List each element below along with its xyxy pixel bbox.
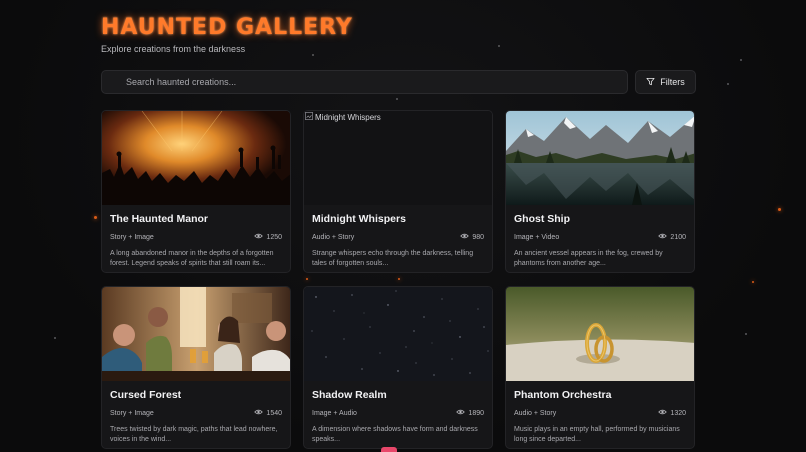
card-type: Image + Audio bbox=[312, 409, 357, 417]
creation-card[interactable]: Ghost Ship Image + Video 2100 An ancient… bbox=[505, 110, 695, 273]
card-title: Ghost Ship bbox=[514, 213, 570, 225]
card-title: Shadow Realm bbox=[312, 389, 387, 401]
card-description: A dimension where shadows have form and … bbox=[312, 426, 478, 443]
creation-card[interactable]: Cursed Forest Story + Image 1540 Trees t… bbox=[101, 286, 291, 449]
dust-particle bbox=[396, 98, 398, 100]
ember-particle bbox=[752, 281, 754, 283]
floating-action-button[interactable] bbox=[381, 447, 397, 452]
card-image-mountain-lake bbox=[506, 111, 694, 205]
search-box bbox=[101, 70, 628, 94]
dust-particle bbox=[745, 333, 747, 335]
view-count-value: 2100 bbox=[670, 233, 686, 241]
broken-image-alt-text: Midnight Whispers bbox=[315, 112, 381, 122]
eye-icon bbox=[456, 409, 466, 417]
search-input[interactable] bbox=[124, 76, 627, 88]
dust-particle bbox=[740, 59, 742, 61]
creation-card[interactable]: Shadow Realm Image + Audio 1890 A dimens… bbox=[303, 286, 493, 449]
eye-icon bbox=[254, 409, 264, 417]
card-description: Trees twisted by dark magic, paths that … bbox=[110, 426, 278, 443]
dust-particle bbox=[498, 45, 500, 47]
view-count-value: 1540 bbox=[266, 409, 282, 417]
gallery-page: HAUNTED GALLERY Explore creations from t… bbox=[0, 0, 806, 452]
card-description: Music plays in an empty hall, performed … bbox=[514, 426, 680, 443]
card-title: The Haunted Manor bbox=[110, 213, 209, 225]
view-count-value: 980 bbox=[472, 233, 484, 241]
ember-particle bbox=[94, 216, 97, 219]
card-image-gold-rings bbox=[506, 287, 694, 381]
filters-button[interactable]: Filters bbox=[635, 70, 696, 94]
card-type: Story + Image bbox=[110, 409, 154, 417]
filters-label: Filters bbox=[660, 77, 685, 87]
card-type: Audio + Story bbox=[312, 233, 355, 241]
view-count: 980 bbox=[460, 233, 484, 241]
creation-card[interactable]: Phantom Orchestra Audio + Story 1320 Mus… bbox=[505, 286, 695, 449]
view-count: 1540 bbox=[254, 409, 282, 417]
dust-particle bbox=[312, 54, 314, 56]
creations-grid: The Haunted Manor Story + Image 1250 A l… bbox=[101, 110, 696, 449]
eye-icon bbox=[460, 233, 470, 241]
card-title: Phantom Orchestra bbox=[514, 389, 612, 401]
page-title: HAUNTED GALLERY bbox=[101, 15, 353, 40]
filter-icon bbox=[646, 77, 655, 88]
creation-card[interactable]: Midnight Whispers Midnight Whispers Audi… bbox=[303, 110, 493, 273]
creation-card[interactable]: The Haunted Manor Story + Image 1250 A l… bbox=[101, 110, 291, 273]
broken-image-icon bbox=[305, 112, 313, 122]
view-count-value: 1890 bbox=[468, 409, 484, 417]
card-title: Midnight Whispers bbox=[312, 213, 406, 225]
card-type: Audio + Story bbox=[514, 409, 557, 417]
card-description: A long abandoned manor in the depths of … bbox=[110, 250, 274, 267]
dust-particle bbox=[54, 337, 56, 339]
view-count: 1890 bbox=[456, 409, 484, 417]
card-title: Cursed Forest bbox=[110, 389, 182, 401]
view-count: 2100 bbox=[658, 233, 686, 241]
search-toolbar: Filters bbox=[101, 70, 696, 94]
eye-icon bbox=[254, 233, 264, 241]
card-image-concert-crowd bbox=[102, 111, 290, 205]
view-count-value: 1320 bbox=[670, 409, 686, 417]
eye-icon bbox=[658, 409, 668, 417]
ember-particle bbox=[778, 208, 781, 211]
card-type: Image + Video bbox=[514, 233, 560, 241]
broken-image-placeholder: Midnight Whispers bbox=[305, 112, 381, 122]
page-subtitle: Explore creations from the darkness bbox=[101, 44, 246, 54]
card-description: An ancient vessel appears in the fog, cr… bbox=[514, 250, 663, 267]
card-image-broken: Midnight Whispers bbox=[304, 111, 492, 205]
card-type: Story + Image bbox=[110, 233, 154, 241]
card-image-bar-friends bbox=[102, 287, 290, 381]
page-header: HAUNTED GALLERY Explore creations from t… bbox=[101, 14, 353, 54]
view-count: 1320 bbox=[658, 409, 686, 417]
card-description: Strange whispers echo through the darkne… bbox=[312, 250, 474, 267]
view-count: 1250 bbox=[254, 233, 282, 241]
card-image-starry-sky bbox=[304, 287, 492, 381]
view-count-value: 1250 bbox=[266, 233, 282, 241]
dust-particle bbox=[727, 83, 729, 85]
eye-icon bbox=[658, 233, 668, 241]
